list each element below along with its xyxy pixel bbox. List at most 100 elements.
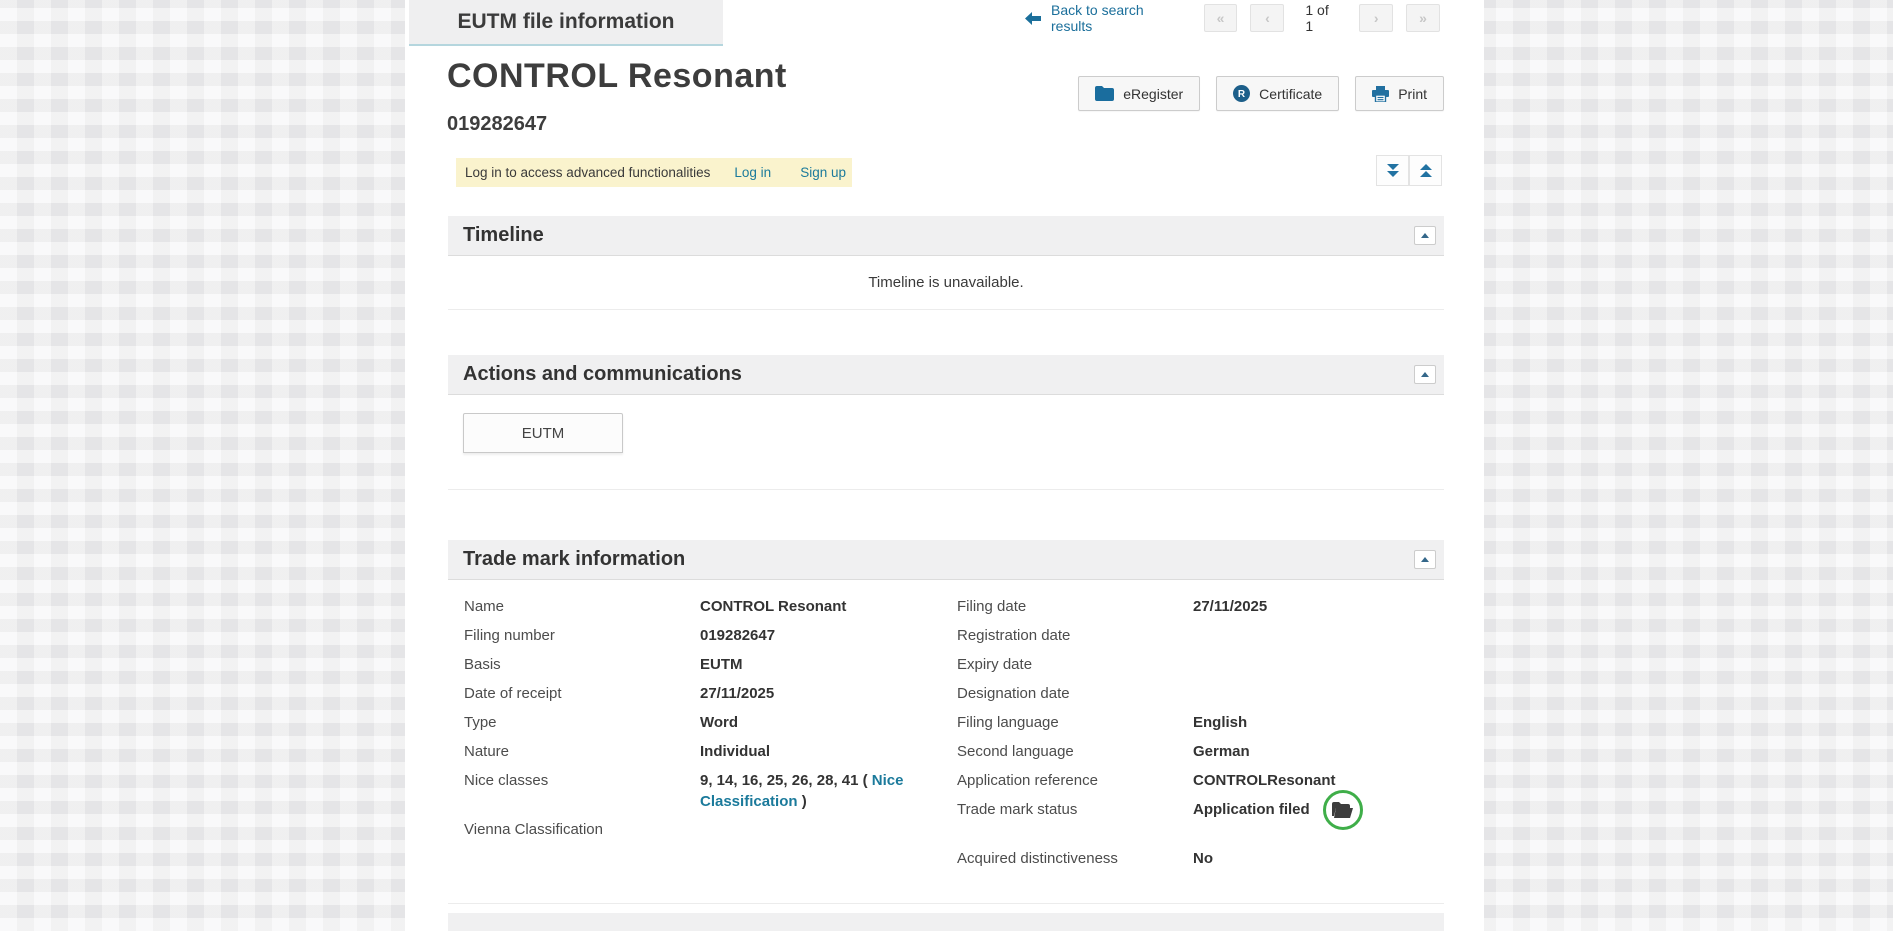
field-row-nice-classes: Nice classes 9, 14, 16, 25, 26, 28, 41 (… bbox=[464, 770, 945, 812]
pagination-count: 1 of 1 bbox=[1305, 2, 1338, 34]
field-value: Application filed bbox=[1193, 799, 1444, 820]
field-label: Filing date bbox=[957, 596, 1193, 617]
actions-section-header: Actions and communications bbox=[448, 355, 1444, 395]
field-row-date-of-receipt: Date of receipt 27/11/2025 bbox=[464, 683, 945, 705]
next-section-header bbox=[448, 913, 1444, 931]
field-label: Nice classes bbox=[464, 770, 700, 791]
field-label: Second language bbox=[957, 741, 1193, 762]
caret-up-icon bbox=[1421, 557, 1429, 562]
trademark-left-column: Name CONTROL Resonant Filing number 0192… bbox=[448, 596, 945, 877]
field-label: Filing number bbox=[464, 625, 700, 646]
double-chevron-left-icon: « bbox=[1217, 10, 1225, 26]
eregister-label: eRegister bbox=[1123, 86, 1183, 102]
field-label: Name bbox=[464, 596, 700, 617]
print-button[interactable]: Print bbox=[1355, 76, 1444, 111]
field-value: 27/11/2025 bbox=[700, 683, 945, 704]
field-value: English bbox=[1193, 712, 1444, 733]
timeline-collapse-button[interactable] bbox=[1414, 226, 1436, 245]
field-row-designation-date: Designation date bbox=[957, 683, 1444, 705]
field-label: Nature bbox=[464, 741, 700, 762]
actions-collapse-button[interactable] bbox=[1414, 365, 1436, 384]
field-label: Expiry date bbox=[957, 654, 1193, 675]
eutm-file-page: EUTM file information Back to search res… bbox=[405, 0, 1484, 931]
pagination-last-button[interactable]: » bbox=[1406, 4, 1440, 32]
field-row-vienna-classification: Vienna Classification bbox=[464, 819, 945, 841]
folder-icon bbox=[1095, 86, 1114, 101]
trademark-section-header: Trade mark information bbox=[448, 540, 1444, 580]
login-link[interactable]: Log in bbox=[734, 165, 771, 180]
field-row-filing-date: Filing date 27/11/2025 bbox=[957, 596, 1444, 618]
double-chevron-right-icon: » bbox=[1419, 10, 1427, 26]
chevron-left-icon: ‹ bbox=[1265, 10, 1270, 26]
pagination-prev-button[interactable]: ‹ bbox=[1250, 4, 1284, 32]
field-label: Acquired distinctiveness bbox=[957, 848, 1193, 869]
field-row-name: Name CONTROL Resonant bbox=[464, 596, 945, 618]
field-value: Word bbox=[700, 712, 945, 733]
print-label: Print bbox=[1398, 86, 1427, 102]
arrow-left-icon bbox=[1025, 12, 1041, 25]
field-value: 27/11/2025 bbox=[1193, 596, 1444, 617]
actions-communications-section: Actions and communications EUTM bbox=[448, 355, 1444, 490]
eutm-tab-button[interactable]: EUTM bbox=[463, 413, 623, 453]
timeline-body: Timeline is unavailable. bbox=[448, 256, 1444, 310]
nice-classes-suffix: ) bbox=[798, 793, 807, 810]
field-label: Date of receipt bbox=[464, 683, 700, 704]
tab-label: EUTM file information bbox=[458, 10, 675, 34]
field-value: 019282647 bbox=[700, 625, 945, 646]
folder-status-icon bbox=[1323, 790, 1363, 830]
back-to-search-results-link[interactable]: Back to search results bbox=[1025, 2, 1179, 34]
timeline-empty-message: Timeline is unavailable. bbox=[868, 274, 1023, 291]
double-chevron-down-icon bbox=[1387, 164, 1399, 177]
header-actions: eRegister R Certificate Print bbox=[1078, 76, 1444, 111]
tab-eutm-file-information[interactable]: EUTM file information bbox=[409, 0, 723, 46]
eregister-button[interactable]: eRegister bbox=[1078, 76, 1200, 111]
sections-container: Timeline Timeline is unavailable. Action… bbox=[448, 216, 1444, 931]
chevron-right-icon: › bbox=[1374, 10, 1379, 26]
field-value: Individual bbox=[700, 741, 945, 762]
expand-collapse-controls bbox=[1376, 155, 1442, 186]
field-row-trademark-status: Trade mark status Application filed bbox=[957, 799, 1444, 821]
registered-icon: R bbox=[1233, 85, 1250, 102]
field-row-filing-number: Filing number 019282647 bbox=[464, 625, 945, 647]
pagination-first-button[interactable]: « bbox=[1204, 4, 1238, 32]
trademark-collapse-button[interactable] bbox=[1414, 550, 1436, 569]
eutm-tab-label: EUTM bbox=[522, 425, 565, 442]
trademark-right-column: Filing date 27/11/2025 Registration date… bbox=[945, 596, 1444, 877]
trademark-section-title: Trade mark information bbox=[463, 548, 685, 571]
field-label: Vienna Classification bbox=[464, 819, 700, 840]
certificate-button[interactable]: R Certificate bbox=[1216, 76, 1339, 111]
field-value: CONTROLResonant bbox=[1193, 770, 1444, 791]
field-row-nature: Nature Individual bbox=[464, 741, 945, 763]
filing-number-heading: 019282647 bbox=[447, 113, 547, 136]
field-row-second-language: Second language German bbox=[957, 741, 1444, 763]
field-value: EUTM bbox=[700, 654, 945, 675]
field-row-application-reference: Application reference CONTROLResonant bbox=[957, 770, 1444, 792]
page-title: CONTROL Resonant bbox=[447, 57, 787, 96]
double-chevron-up-icon bbox=[1420, 164, 1432, 177]
field-value: German bbox=[1193, 741, 1444, 762]
timeline-section: Timeline Timeline is unavailable. bbox=[448, 216, 1444, 310]
field-row-registration-date: Registration date bbox=[957, 625, 1444, 647]
field-label: Trade mark status bbox=[957, 799, 1193, 820]
field-label: Registration date bbox=[957, 625, 1193, 646]
field-label: Application reference bbox=[957, 770, 1193, 791]
login-banner-message: Log in to access advanced functionalitie… bbox=[456, 165, 710, 180]
trademark-information-section: Trade mark information Name CONTROL Reso… bbox=[448, 540, 1444, 931]
field-value: 9, 14, 16, 25, 26, 28, 41 ( Nice Classif… bbox=[700, 770, 945, 812]
caret-up-icon bbox=[1421, 233, 1429, 238]
signup-link[interactable]: Sign up bbox=[800, 165, 846, 180]
certificate-label: Certificate bbox=[1259, 86, 1322, 102]
timeline-section-header: Timeline bbox=[448, 216, 1444, 256]
printer-icon bbox=[1372, 86, 1389, 102]
expand-all-button[interactable] bbox=[1376, 155, 1409, 186]
timeline-section-title: Timeline bbox=[463, 224, 544, 247]
field-value: No bbox=[1193, 848, 1444, 869]
field-label: Type bbox=[464, 712, 700, 733]
login-banner: Log in to access advanced functionalitie… bbox=[456, 158, 852, 187]
top-navigation-bar: Back to search results « ‹ 1 of 1 › » bbox=[1025, 3, 1440, 33]
status-text: Application filed bbox=[1193, 799, 1310, 820]
field-row-basis: Basis EUTM bbox=[464, 654, 945, 676]
pagination-next-button[interactable]: › bbox=[1359, 4, 1393, 32]
collapse-all-button[interactable] bbox=[1409, 155, 1442, 186]
field-row-filing-language: Filing language English bbox=[957, 712, 1444, 734]
